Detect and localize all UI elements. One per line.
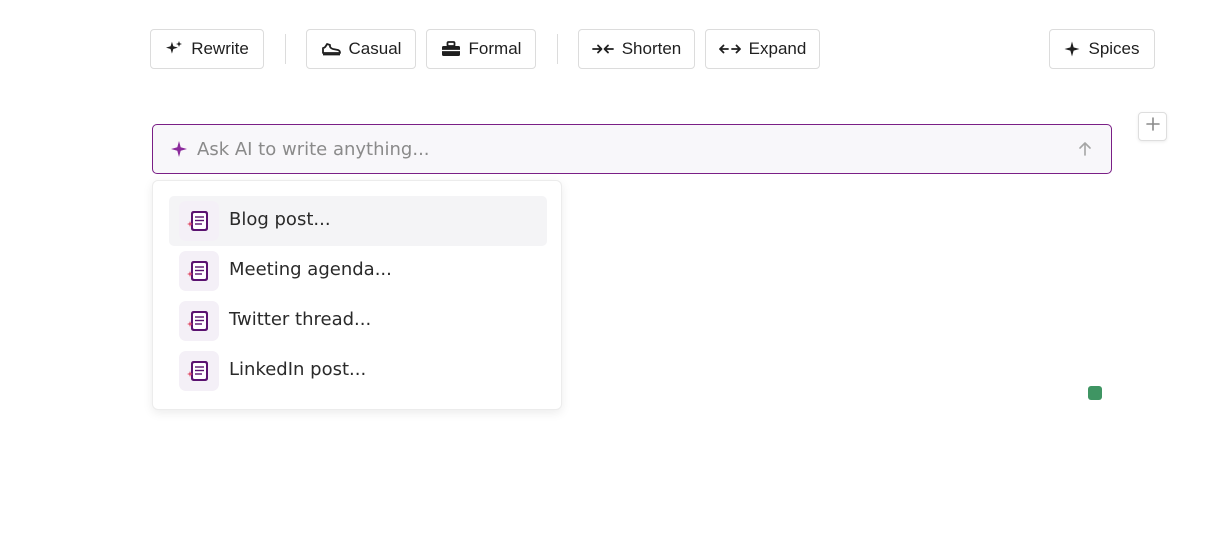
- sneaker-icon: [321, 41, 341, 57]
- arrows-outward-icon: [718, 42, 741, 56]
- document-sparkle-icon: [179, 301, 219, 341]
- document-sparkle-icon: [179, 251, 219, 291]
- spices-label: Spices: [1088, 39, 1140, 58]
- shorten-label: Shorten: [621, 39, 682, 58]
- suggestions-menu: Blog post... Meeting agenda... Twitter t…: [152, 180, 562, 410]
- ai-prompt-input[interactable]: [197, 135, 1057, 163]
- sparkle-icon: [1064, 41, 1080, 57]
- rewrite-button[interactable]: Rewrite: [150, 29, 264, 69]
- plus-icon: [1145, 117, 1160, 136]
- toolbar-divider: [285, 34, 286, 64]
- casual-label: Casual: [348, 39, 402, 58]
- suggestion-item-blog-post[interactable]: Blog post...: [169, 196, 547, 246]
- suggestion-item-linkedin-post[interactable]: LinkedIn post...: [169, 346, 547, 396]
- suggestion-label: LinkedIn post...: [229, 359, 367, 380]
- suggestion-label: Meeting agenda...: [229, 259, 392, 280]
- status-indicator: [1088, 386, 1102, 400]
- document-sparkle-icon: [179, 201, 219, 241]
- sparkles-icon: [165, 40, 183, 58]
- formal-button[interactable]: Formal: [426, 29, 536, 69]
- expand-button[interactable]: Expand: [705, 29, 820, 69]
- ai-prompt-box: [152, 124, 1112, 174]
- briefcase-icon: [441, 41, 461, 57]
- suggestion-label: Twitter thread...: [229, 309, 372, 330]
- arrows-inward-icon: [591, 42, 614, 56]
- formal-label: Formal: [468, 39, 522, 58]
- suggestion-item-meeting-agenda[interactable]: Meeting agenda...: [169, 246, 547, 296]
- document-sparkle-icon: [179, 351, 219, 391]
- add-block-button[interactable]: [1138, 112, 1167, 141]
- spices-button[interactable]: Spices: [1049, 29, 1155, 69]
- ai-sparkle-icon: [170, 140, 188, 163]
- send-arrow-icon[interactable]: [1075, 139, 1095, 159]
- rewrite-label: Rewrite: [191, 39, 249, 58]
- toolbar-divider: [557, 34, 558, 64]
- expand-label: Expand: [748, 39, 807, 58]
- suggestion-label: Blog post...: [229, 209, 331, 230]
- shorten-button[interactable]: Shorten: [578, 29, 695, 69]
- casual-button[interactable]: Casual: [306, 29, 416, 69]
- suggestion-item-twitter-thread[interactable]: Twitter thread...: [169, 296, 547, 346]
